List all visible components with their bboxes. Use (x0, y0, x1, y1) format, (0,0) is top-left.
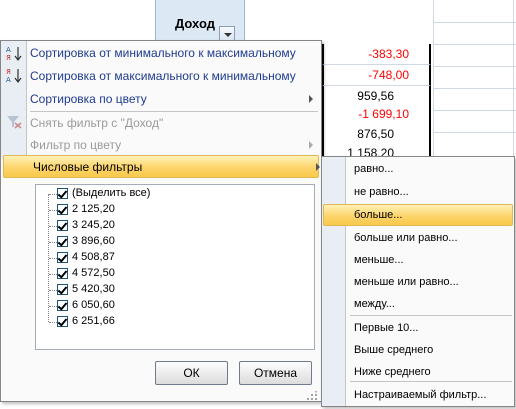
submenu-separator (350, 315, 512, 316)
value-checkbox[interactable] (57, 252, 68, 263)
value-checkbox[interactable] (57, 268, 68, 279)
submenu-item-between[interactable]: между... (354, 293, 395, 315)
tree-connector (49, 194, 57, 195)
grid-line (433, 132, 516, 133)
grid-line (513, 0, 514, 160)
menu-item-sort-descending[interactable]: Сортировка от максимального к минимально… (30, 65, 296, 87)
tree-connector (49, 226, 57, 227)
value-label: 3 245,20 (72, 219, 115, 231)
submenu-item-custom-filter[interactable]: Настраиваемый фильтр... (354, 384, 486, 406)
sort-descending-icon: ЯА (6, 67, 24, 84)
grid-line (433, 110, 516, 111)
tree-connector (49, 242, 57, 243)
submenu-item-top-10[interactable]: Первые 10... (354, 317, 418, 339)
value-label: 5 420,30 (72, 283, 115, 295)
submenu-arrow-icon (309, 141, 313, 149)
submenu-item-greater-than[interactable]: больше... (354, 204, 402, 226)
column-header-label: Доход (175, 16, 215, 31)
grid-line (433, 0, 434, 160)
cancel-button[interactable]: Отмена (239, 361, 312, 385)
tree-connector (49, 258, 57, 259)
value-checkbox[interactable] (57, 220, 68, 231)
menu-item-label: Сортировка по цвету (30, 92, 147, 106)
data-cell[interactable]: -1 699,10 (322, 104, 431, 125)
value-checkbox[interactable] (57, 316, 68, 327)
menu-item-number-filters[interactable]: Числовые фильтры (33, 156, 320, 178)
data-cell[interactable]: 876,50 (322, 124, 431, 145)
submenu-item-highlight (323, 204, 513, 226)
value-label: 2 125,20 (72, 203, 115, 215)
clear-filter-icon (6, 115, 22, 129)
data-cell[interactable]: -748,00 (322, 65, 431, 86)
grid-line (433, 66, 516, 67)
ok-button[interactable]: ОК (155, 361, 228, 385)
grid-line (433, 22, 516, 23)
menu-item-label: Фильтр по цвету (30, 138, 122, 152)
submenu-item-less-or-equal[interactable]: меньше или равно... (354, 271, 459, 293)
sort-ascending-icon: АЯ (6, 45, 24, 62)
tree-connector (49, 290, 57, 291)
value-label: 6 251,66 (72, 315, 115, 327)
value-checkbox[interactable] (57, 284, 68, 295)
menu-item-label: Снять фильтр с "Доход" (30, 116, 164, 130)
tree-connector (49, 306, 57, 307)
submenu-item-below-average[interactable]: Ниже среднего (354, 361, 431, 383)
submenu-icon-gutter (322, 157, 346, 406)
menu-item-label: Числовые фильтры (33, 160, 143, 174)
resize-grip-icon[interactable] (306, 390, 318, 400)
submenu-item-greater-or-equal[interactable]: больше или равно... (354, 227, 458, 249)
value-checkbox[interactable] (57, 204, 68, 215)
menu-item-label: Сортировка от максимального к минимально… (30, 69, 296, 83)
value-label: 4 572,50 (72, 267, 115, 279)
submenu-item-equals[interactable]: равно... (354, 158, 393, 180)
svg-text:А: А (6, 46, 11, 54)
grid-line (433, 44, 516, 45)
menu-item-sort-by-color[interactable]: Сортировка по цвету (30, 88, 313, 110)
svg-text:А: А (6, 76, 11, 83)
svg-text:Я: Я (6, 54, 11, 61)
tree-connector (49, 322, 57, 323)
select-all-checkbox[interactable] (57, 188, 68, 199)
data-cell[interactable]: -383,30 (322, 44, 431, 65)
value-label: 4 508,87 (72, 251, 115, 263)
submenu-item-above-average[interactable]: Выше среднего (354, 339, 433, 361)
grid-line (433, 88, 516, 89)
value-label: 3 896,60 (72, 235, 115, 247)
value-checkbox[interactable] (57, 236, 68, 247)
menu-item-sort-ascending[interactable]: Сортировка от минимального к максимально… (30, 42, 296, 64)
menu-item-label: Сортировка от минимального к максимально… (30, 46, 296, 60)
menu-item-filter-by-color: Фильтр по цвету (30, 134, 313, 156)
select-all-label: (Выделить все) (72, 187, 151, 199)
menu-item-clear-filter: Снять фильтр с "Доход" (30, 112, 163, 134)
submenu-item-not-equals[interactable]: не равно... (354, 181, 409, 203)
submenu-arrow-icon (316, 163, 320, 171)
value-label: 6 050,60 (72, 299, 115, 311)
value-checkbox[interactable] (57, 300, 68, 311)
tree-connector (49, 274, 57, 275)
tree-connector (49, 210, 57, 211)
data-cell[interactable]: 1 158,20 (322, 143, 431, 157)
submenu-arrow-icon (309, 95, 313, 103)
svg-text:Я: Я (6, 68, 11, 76)
submenu-item-less-than[interactable]: меньше... (354, 249, 404, 271)
submenu-separator (350, 381, 512, 382)
